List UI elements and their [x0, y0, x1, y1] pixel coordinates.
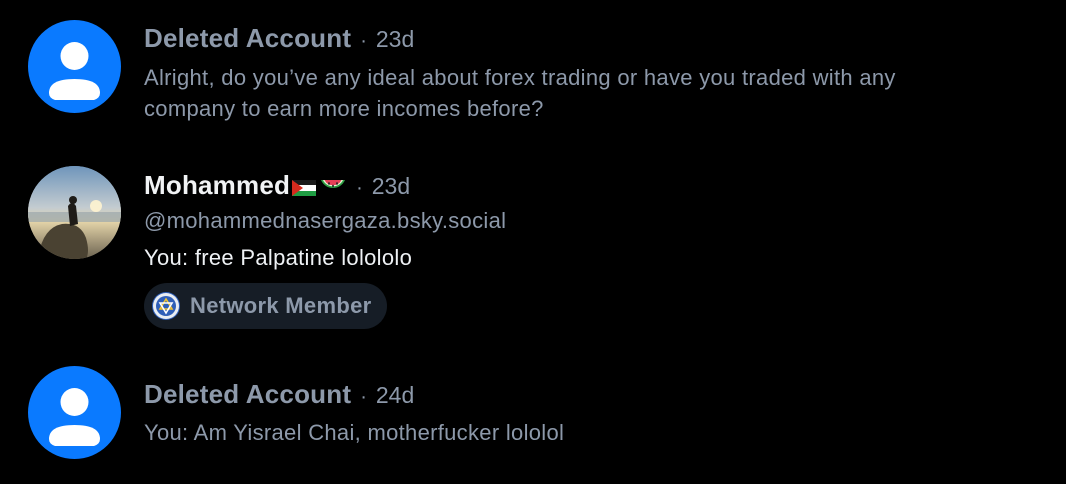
user-handle[interactable]: @mohammednasergaza.bsky.social — [144, 208, 1066, 234]
sender-name[interactable]: Deleted Account — [144, 379, 351, 410]
conversation-item-deleted-account-2[interactable]: Deleted Account · 24d You: Am Yisrael Ch… — [28, 366, 1066, 459]
network-member-badge[interactable]: Network Member — [144, 283, 388, 329]
sender-name[interactable]: Mohammed — [144, 170, 290, 201]
separator-dot: · — [356, 177, 363, 199]
timestamp: 23d — [375, 26, 415, 52]
badge-label: Network Member — [190, 293, 372, 318]
separator-dot: · — [360, 30, 367, 52]
network-member-icon — [152, 292, 180, 320]
name-emoji-group — [292, 176, 347, 201]
timestamp: 24d — [375, 382, 415, 408]
watermelon-icon — [319, 176, 347, 201]
sender-name[interactable]: Deleted Account — [144, 23, 351, 54]
conversation-item-mohammed[interactable]: Mohammed · 23d @mohammednasergaza.bsky.s… — [28, 166, 1066, 329]
timestamp: 23d — [371, 173, 411, 199]
palestine-flag-icon — [292, 180, 317, 196]
default-user-avatar-icon[interactable] — [28, 20, 121, 113]
profile-photo-avatar[interactable] — [28, 166, 121, 259]
message-preview: Alright, do you’ve any ideal about forex… — [144, 65, 896, 121]
conversation-item-deleted-account-1[interactable]: Deleted Account · 23d Alright, do you’ve… — [28, 20, 1066, 124]
default-user-avatar-icon[interactable] — [28, 366, 121, 459]
separator-dot: · — [360, 386, 367, 408]
message-preview: You: Am Yisrael Chai, motherfucker lolol… — [144, 420, 565, 445]
message-preview: You: free Palpatine lolololo — [144, 245, 413, 270]
